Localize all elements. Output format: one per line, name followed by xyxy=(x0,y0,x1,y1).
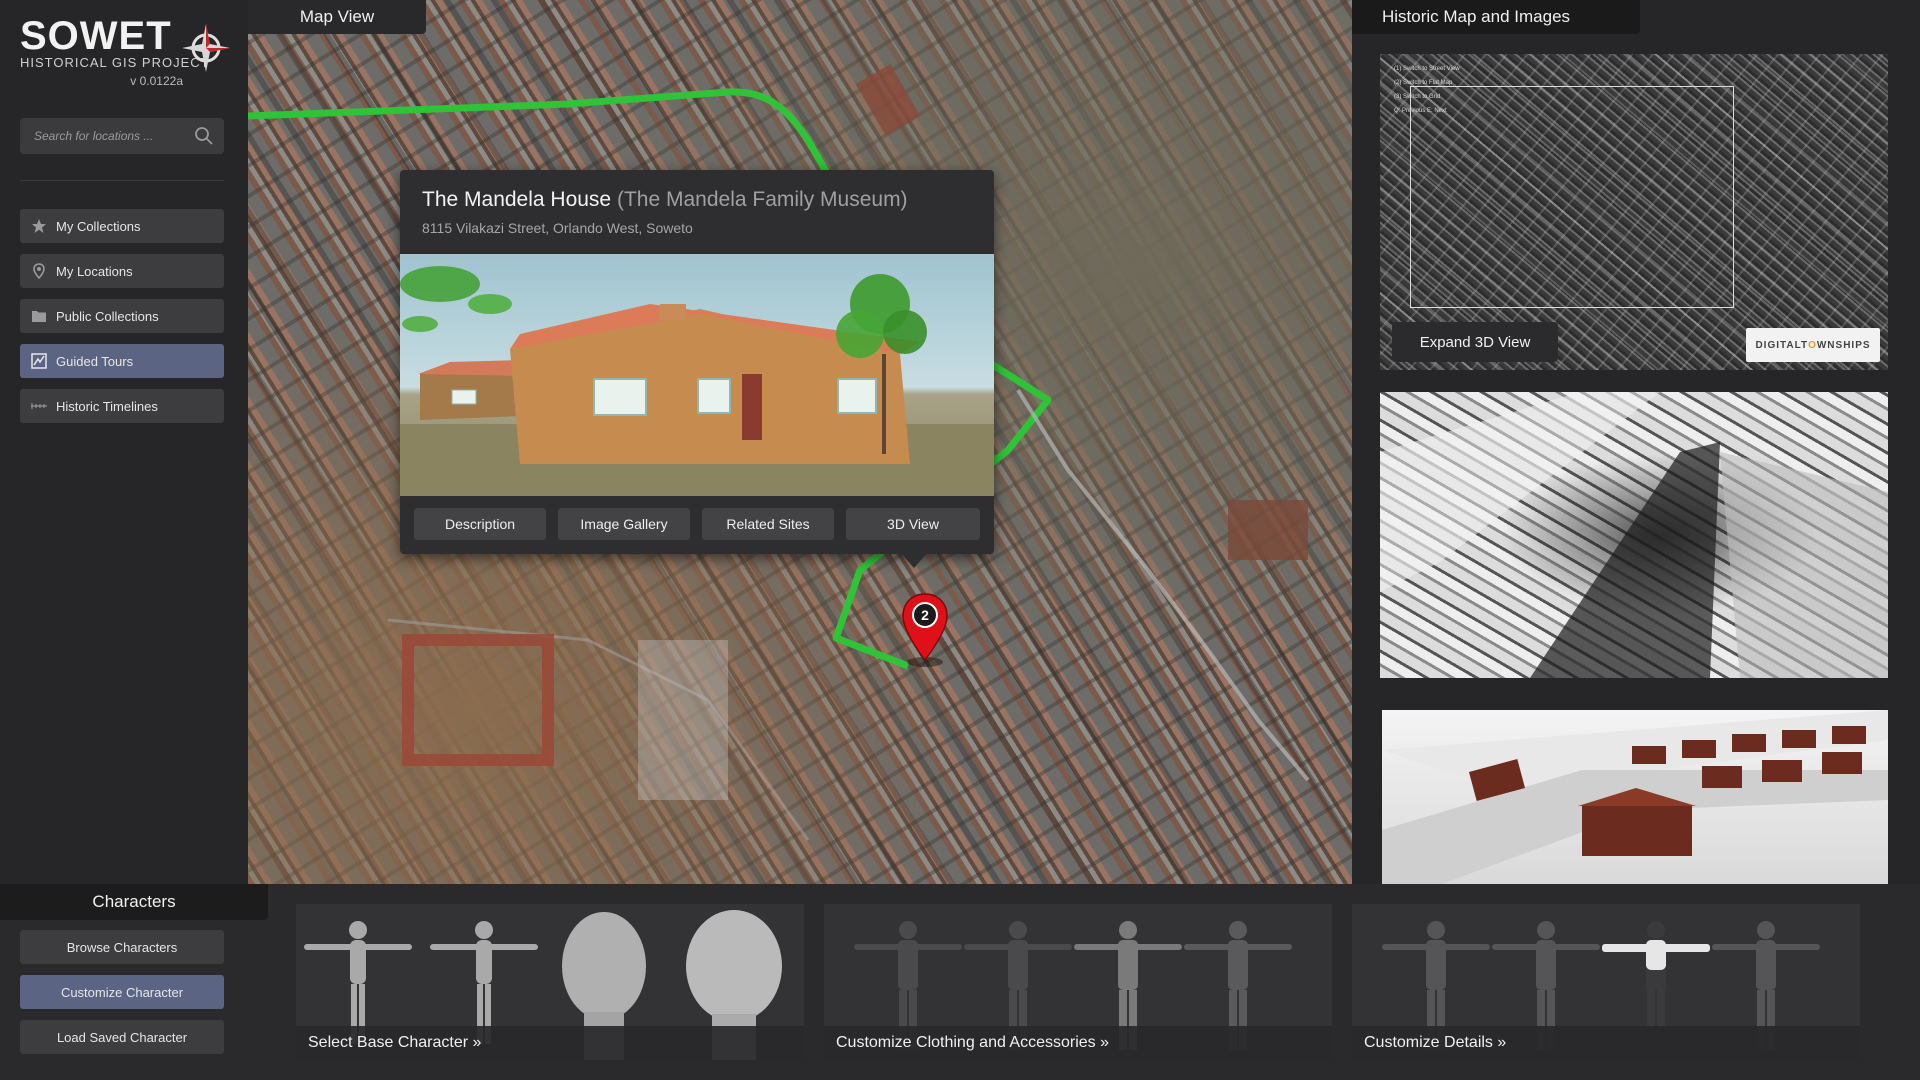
historic-panel: Historic Map and Images (1) Switch to St… xyxy=(1352,0,1920,884)
popup-address: 8115 Vilakazi Street, Orlando West, Sowe… xyxy=(422,220,693,236)
app-window: SOWET HISTORICAL GIS PROJECT v 0.0122a S… xyxy=(0,0,1920,1080)
map-marker-icon[interactable]: 2 xyxy=(900,592,950,668)
tab-image-gallery[interactable]: Image Gallery xyxy=(558,508,690,540)
sidebar-item-historic-timelines[interactable]: Historic Timelines xyxy=(20,389,224,423)
browse-characters-button[interactable]: Browse Characters xyxy=(20,930,224,964)
customize-clothing-card[interactable]: Customize Clothing and Accessories » xyxy=(824,904,1332,1060)
tour-icon xyxy=(30,352,48,370)
logo-text-part: O xyxy=(1808,339,1817,351)
map-view-tab[interactable]: Map View xyxy=(248,0,426,34)
hint-street-view: (1) Switch to Street View xyxy=(1394,66,1460,72)
search-input[interactable] xyxy=(20,118,180,154)
customize-details-link[interactable]: Customize Details » xyxy=(1352,1026,1860,1060)
historic-panel-title: Historic Map and Images xyxy=(1352,0,1640,34)
sidebar-item-my-collections[interactable]: My Collections xyxy=(20,209,224,243)
township-render-image xyxy=(1382,710,1888,884)
map-pin-icon xyxy=(30,262,48,280)
expand-3d-view-button[interactable]: Expand 3D View xyxy=(1392,322,1558,362)
search-icon[interactable] xyxy=(194,126,214,146)
selection-frame xyxy=(1410,86,1734,308)
historic-photo-crowd[interactable] xyxy=(1380,392,1888,678)
characters-nav: Browse Characters Customize Character Lo… xyxy=(20,930,224,1065)
star-icon xyxy=(30,217,48,235)
sidebar-item-public-collections[interactable]: Public Collections xyxy=(20,299,224,333)
load-saved-character-button[interactable]: Load Saved Character xyxy=(20,1020,224,1054)
sidebar-item-label: Historic Timelines xyxy=(56,398,158,414)
select-base-character-card[interactable]: Select Base Character » xyxy=(296,904,804,1060)
popup-title: The Mandela House (The Mandela Family Mu… xyxy=(422,188,908,212)
popup-pointer xyxy=(900,552,928,568)
customize-clothing-link[interactable]: Customize Clothing and Accessories » xyxy=(824,1026,1332,1060)
popup-title-name: The Mandela House xyxy=(422,188,612,211)
historic-aerial-map[interactable]: (1) Switch to Street View (2) Switch to … xyxy=(1380,54,1888,370)
customize-character-button[interactable]: Customize Character xyxy=(20,975,224,1009)
characters-panel: Characters Browse Characters Customize C… xyxy=(0,884,1920,1080)
map-view[interactable]: Map View The Mandela House (The Mandela … xyxy=(248,0,1352,884)
popup-tabs: Description Image Gallery Related Sites … xyxy=(414,508,980,540)
characters-title: Characters xyxy=(0,884,268,920)
tab-3d-view[interactable]: 3D View xyxy=(846,508,980,540)
sidebar-item-label: Public Collections xyxy=(56,308,159,324)
logo-text-part: WNSHIPS xyxy=(1816,339,1871,351)
sidebar-divider xyxy=(20,180,224,181)
sidebar-item-label: My Collections xyxy=(56,218,141,234)
sidebar-item-label: My Locations xyxy=(56,263,133,279)
location-popup: The Mandela House (The Mandela Family Mu… xyxy=(400,170,994,568)
marker-number: 2 xyxy=(921,607,929,623)
timeline-icon xyxy=(30,397,48,415)
sidebar-item-guided-tours[interactable]: Guided Tours xyxy=(20,344,224,378)
house-render-image xyxy=(400,266,994,496)
sidebar-item-label: Guided Tours xyxy=(56,353,134,369)
tab-description[interactable]: Description xyxy=(414,508,546,540)
compass-star-icon xyxy=(182,24,230,72)
sidebar-nav: My Collections My Locations Public Colle… xyxy=(20,209,224,434)
logo-text-part: DIGITALT xyxy=(1755,339,1809,351)
sidebar: SOWET HISTORICAL GIS PROJECT v 0.0122a S… xyxy=(0,0,248,884)
crowd-photo-image xyxy=(1380,392,1888,678)
popup-title-alt: (The Mandela Family Museum) xyxy=(616,188,908,211)
3d-township-render[interactable] xyxy=(1382,710,1888,884)
sidebar-item-my-locations[interactable]: My Locations xyxy=(20,254,224,288)
folder-icon xyxy=(30,307,48,325)
digital-townships-logo: DIGITALT O WNSHIPS xyxy=(1746,328,1880,362)
house-3d-render xyxy=(400,254,994,496)
customize-details-card[interactable]: Customize Details » xyxy=(1352,904,1860,1060)
version-label: v 0.0122a xyxy=(130,74,183,88)
tab-related-sites[interactable]: Related Sites xyxy=(702,508,834,540)
logo: SOWET HISTORICAL GIS PROJECT v 0.0122a xyxy=(20,16,240,88)
select-base-character-link[interactable]: Select Base Character » xyxy=(296,1026,804,1060)
search-box xyxy=(20,118,224,154)
